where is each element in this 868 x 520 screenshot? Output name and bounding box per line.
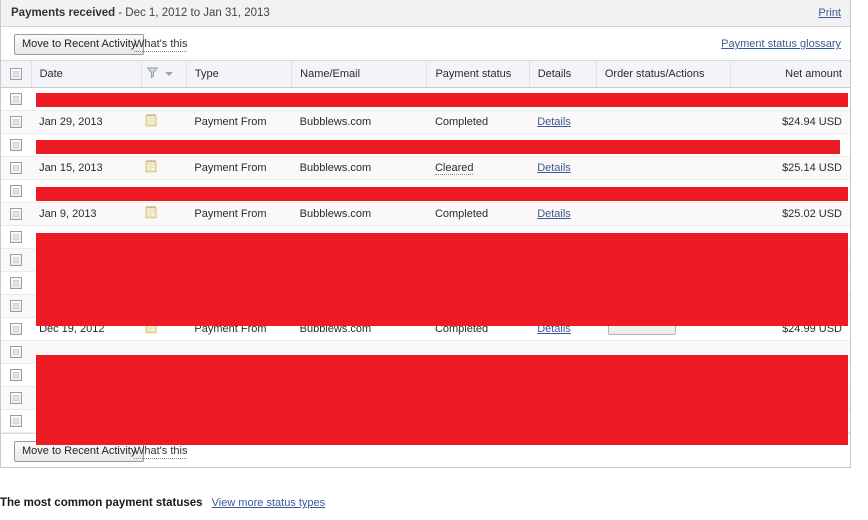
row-select-checkbox[interactable] — [10, 115, 22, 128]
cell-name-email: Bubblews.com — [291, 110, 427, 134]
row-select-checkbox[interactable] — [10, 184, 22, 197]
row-select-cell[interactable] — [1, 340, 32, 364]
row-select-checkbox[interactable] — [10, 414, 22, 427]
row-select-cell[interactable] — [1, 248, 32, 272]
table-row[interactable]: Jan 15, 2013 Payment From Bubblews.com Clea… — [1, 156, 850, 180]
page-title: Payments received — [11, 7, 116, 19]
row-select-checkbox[interactable] — [10, 345, 22, 358]
cell-details[interactable]: Details — [529, 202, 597, 226]
ledger-icon — [145, 159, 157, 176]
cell-name-email: Bubblews.com — [291, 156, 427, 180]
table-header-row: Date Type Name/Email Payment status Deta… — [1, 61, 850, 88]
cell-name-email: Bubblews.com — [291, 202, 427, 226]
cell-type: Payment From — [186, 202, 292, 226]
cell-order-status — [596, 110, 731, 134]
view-more-status-types-link[interactable]: View more status types — [212, 497, 326, 509]
details-link[interactable]: Details — [537, 162, 571, 174]
footer-caption-group: The most common payment statuses View mo… — [0, 497, 325, 509]
row-select-cell[interactable] — [1, 202, 32, 226]
payments-received-page: Payments received - Dec 1, 2012 to Jan 3… — [0, 0, 868, 520]
whats-this-link-bottom[interactable]: What's this — [134, 445, 188, 459]
cell-net-amount: $25.02 USD — [730, 202, 850, 226]
date-range-label: - Dec 1, 2012 to Jan 31, 2013 — [118, 7, 270, 19]
cell-payment-status: Completed — [426, 202, 530, 226]
column-header-date[interactable]: Date — [31, 61, 142, 88]
cell-net-amount: $24.94 USD — [730, 110, 850, 134]
row-select-cell[interactable] — [1, 409, 32, 433]
row-select-checkbox[interactable] — [10, 253, 22, 266]
ledger-icon — [145, 113, 157, 130]
cell-type: Payment From — [186, 110, 292, 134]
row-select-cell[interactable] — [1, 317, 32, 341]
column-header-net-amount[interactable]: Net amount — [730, 61, 850, 88]
row-select-cell[interactable] — [1, 271, 32, 295]
table-row[interactable]: Jan 9, 2013 Payment From Bubblews.com Compl… — [1, 202, 850, 226]
cell-row-type-icon — [141, 156, 187, 180]
cell-details[interactable]: Details — [529, 110, 597, 134]
chevron-down-icon[interactable] — [164, 71, 173, 76]
row-select-cell[interactable] — [1, 179, 32, 203]
redaction-bar — [36, 93, 848, 107]
top-action-bar: Move to Recent Activity What's this Paym… — [1, 27, 850, 61]
row-select-cell[interactable] — [1, 110, 32, 134]
column-header-type[interactable]: Type — [186, 61, 293, 88]
payment-status-glossary-link[interactable]: Payment status glossary — [721, 38, 841, 50]
cell-row-type-icon — [141, 110, 187, 134]
row-select-cell[interactable] — [1, 363, 32, 387]
move-to-recent-activity-button-top[interactable]: Move to Recent Activity — [14, 34, 145, 55]
filter-icon[interactable] — [146, 66, 159, 82]
row-select-checkbox[interactable] — [10, 322, 22, 335]
cell-payment-status: Completed — [426, 110, 530, 134]
row-select-checkbox[interactable] — [10, 368, 22, 381]
details-link[interactable]: Details — [537, 208, 571, 220]
titlebar-text-group: Payments received - Dec 1, 2012 to Jan 3… — [11, 7, 270, 19]
cell-order-status — [596, 202, 731, 226]
column-header-name-email[interactable]: Name/Email — [291, 61, 428, 88]
column-header-details[interactable]: Details — [529, 61, 597, 88]
row-select-checkbox[interactable] — [10, 207, 22, 220]
row-select-checkbox[interactable] — [10, 161, 22, 174]
redaction-block — [36, 355, 848, 445]
cell-type: Payment From — [186, 156, 292, 180]
select-all-checkbox[interactable] — [10, 67, 22, 80]
row-select-checkbox[interactable] — [10, 230, 22, 243]
cell-row-type-icon — [141, 202, 187, 226]
column-header-sort-filter[interactable] — [141, 61, 187, 88]
column-header-select-all[interactable] — [1, 61, 32, 88]
row-select-checkbox[interactable] — [10, 391, 22, 404]
row-select-checkbox[interactable] — [10, 299, 22, 312]
ledger-icon — [145, 205, 157, 222]
cell-net-amount: $25.14 USD — [730, 156, 850, 180]
column-header-order-status[interactable]: Order status/Actions — [596, 61, 732, 88]
whats-this-link-top[interactable]: What's this — [134, 38, 188, 52]
cell-date: Jan 29, 2013 — [31, 110, 142, 134]
row-select-cell[interactable] — [1, 156, 32, 180]
redaction-bar — [36, 140, 840, 154]
cell-details[interactable]: Details — [529, 156, 597, 180]
table-row[interactable]: Jan 29, 2013 Payment From Bubblews.com Comp… — [1, 110, 850, 134]
row-select-checkbox[interactable] — [10, 92, 22, 105]
column-header-payment-status[interactable]: Payment status — [426, 61, 530, 88]
row-select-cell[interactable] — [1, 133, 32, 157]
cell-order-status — [596, 156, 731, 180]
print-link[interactable]: Print — [818, 7, 841, 19]
redaction-bar — [36, 187, 848, 201]
row-select-checkbox[interactable] — [10, 138, 22, 151]
panel-titlebar: Payments received - Dec 1, 2012 to Jan 3… — [1, 0, 850, 27]
cell-date: Jan 15, 2013 — [31, 156, 142, 180]
redaction-block — [36, 233, 848, 326]
details-link[interactable]: Details — [537, 116, 571, 128]
cell-payment-status[interactable]: Cleared — [426, 156, 530, 180]
payment-status-tooltip[interactable]: Cleared — [434, 161, 474, 175]
row-select-cell[interactable] — [1, 386, 32, 410]
row-select-cell[interactable] — [1, 225, 32, 249]
row-select-checkbox[interactable] — [10, 276, 22, 289]
cell-date: Jan 9, 2013 — [31, 202, 142, 226]
row-select-cell[interactable] — [1, 294, 32, 318]
footer-caption-text: The most common payment statuses — [0, 497, 203, 509]
row-select-cell[interactable] — [1, 87, 32, 111]
